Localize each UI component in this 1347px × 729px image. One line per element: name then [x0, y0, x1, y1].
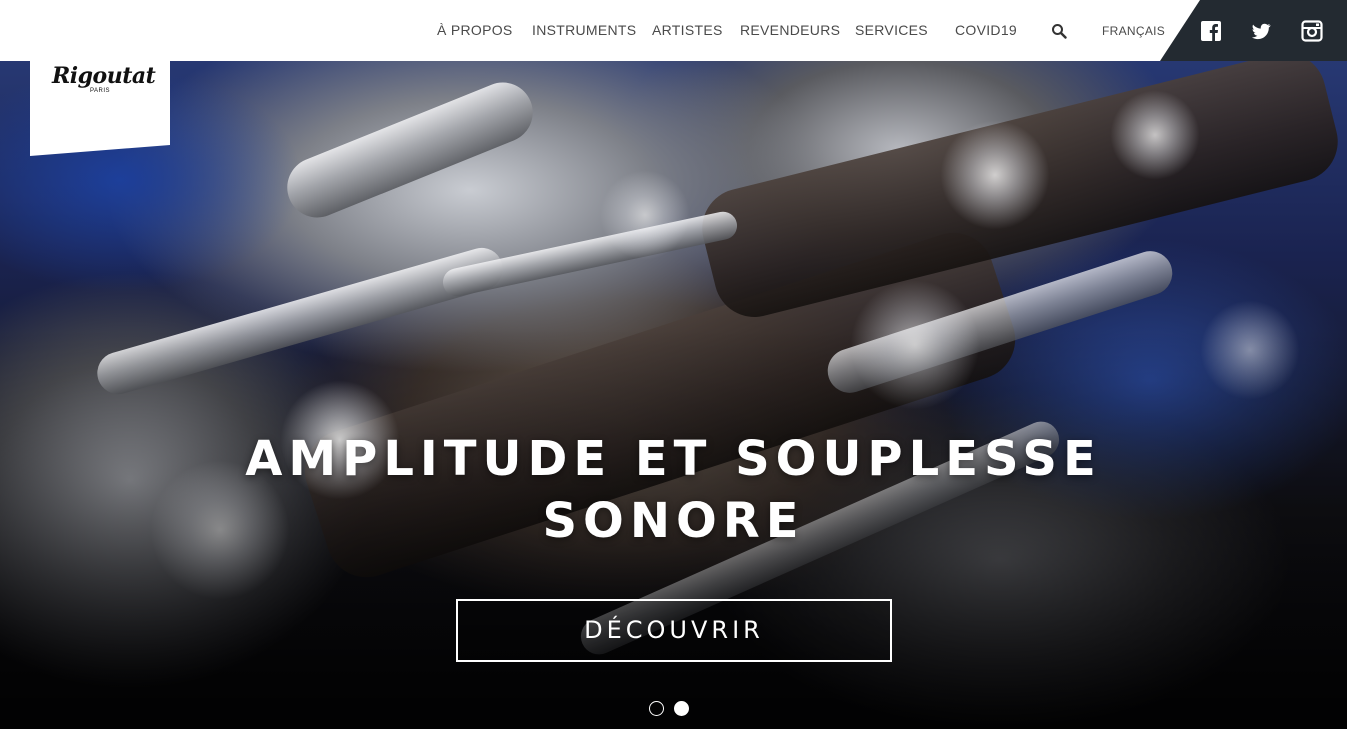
nav-revendeurs[interactable]: REVENDEURS [740, 22, 840, 38]
social-links [1160, 0, 1347, 61]
hero-headline-line-1: AMPLITUDE ET SOUPLESSE [245, 431, 1102, 487]
hero-headline-line-2: SONORE [542, 493, 805, 549]
discover-button[interactable]: DÉCOUVRIR [456, 599, 892, 662]
nav-services[interactable]: SERVICES [855, 22, 928, 38]
search-icon[interactable] [1051, 23, 1067, 39]
nav-instruments[interactable]: INSTRUMENTS [532, 22, 636, 38]
instagram-icon[interactable] [1301, 20, 1323, 42]
language-selector[interactable]: FRANÇAIS [1102, 24, 1165, 38]
twitter-icon[interactable] [1250, 20, 1272, 42]
slider-dot-2[interactable] [674, 701, 689, 716]
nav-a-propos[interactable]: À PROPOS [437, 22, 513, 38]
slider-dot-1[interactable] [649, 701, 664, 716]
nav-covid19[interactable]: COVID19 [955, 22, 1017, 38]
site-header: À PROPOS INSTRUMENTS ARTISTES REVENDEURS… [0, 0, 1347, 61]
nav-artistes[interactable]: ARTISTES [652, 22, 723, 38]
hero-headline: AMPLITUDE ET SOUPLESSE SONORE [0, 428, 1347, 552]
site-logo[interactable]: Rigoutat PARIS [30, 61, 170, 156]
facebook-icon[interactable] [1200, 20, 1222, 42]
logo-subtitle: PARIS [90, 88, 111, 94]
logo-wordmark: Rigoutat [52, 63, 156, 89]
